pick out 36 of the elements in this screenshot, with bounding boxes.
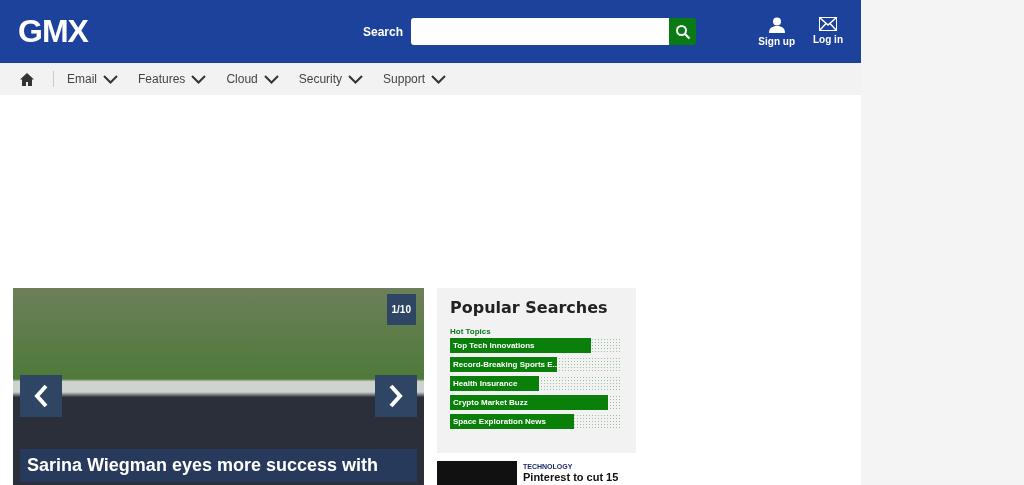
panel-title: Popular Searches bbox=[450, 298, 609, 317]
previous-button[interactable] bbox=[20, 375, 62, 417]
nav-menu-item[interactable]: Security bbox=[298, 72, 364, 86]
home-icon[interactable] bbox=[20, 72, 34, 86]
mail-icon bbox=[819, 16, 837, 31]
panel-subtitle: Hot Topics bbox=[450, 327, 492, 336]
person-icon bbox=[768, 16, 785, 33]
chevron-down-icon bbox=[191, 74, 207, 84]
chevron-down-icon bbox=[431, 74, 447, 84]
chevron-left-icon bbox=[32, 383, 50, 409]
search-term-label[interactable]: Space Exploration News bbox=[453, 414, 546, 429]
search-field[interactable] bbox=[411, 18, 670, 45]
search-term-bar[interactable] bbox=[450, 376, 540, 391]
search-label: Search bbox=[363, 24, 404, 39]
logo[interactable]: GMX bbox=[18, 13, 358, 50]
chevron-right-icon bbox=[387, 383, 405, 409]
search-term-bar[interactable] bbox=[450, 338, 592, 353]
search-icon bbox=[674, 23, 691, 40]
news-title-link[interactable]: Pinterest to cut 15 bbox=[523, 471, 619, 483]
chevron-down-icon bbox=[348, 74, 364, 84]
headline-link[interactable]: Sarina Wiegman eyes more success with bbox=[27, 453, 410, 478]
nav-menu-item[interactable]: Email bbox=[67, 72, 118, 86]
search-term-label[interactable]: Top Tech Innovations bbox=[453, 338, 535, 353]
search-button[interactable] bbox=[669, 18, 697, 45]
nav-menu-item[interactable]: Features bbox=[138, 72, 207, 86]
chevron-down-icon bbox=[103, 74, 118, 84]
chevron-down-icon bbox=[263, 74, 279, 84]
search-term-label[interactable]: Crypto Market Buzz bbox=[453, 395, 528, 410]
search-term-bar[interactable] bbox=[450, 414, 574, 429]
nav-menu-item[interactable]: Cloud bbox=[226, 72, 279, 86]
nav-menu-item[interactable]: Support bbox=[383, 72, 447, 86]
next-button[interactable] bbox=[375, 375, 417, 417]
header-link[interactable]: Sign up bbox=[758, 16, 795, 47]
search-term-label[interactable]: Health Insurance bbox=[453, 376, 518, 391]
header-link[interactable]: Log in bbox=[813, 16, 843, 47]
slide-counter: 1/10 bbox=[386, 294, 416, 325]
